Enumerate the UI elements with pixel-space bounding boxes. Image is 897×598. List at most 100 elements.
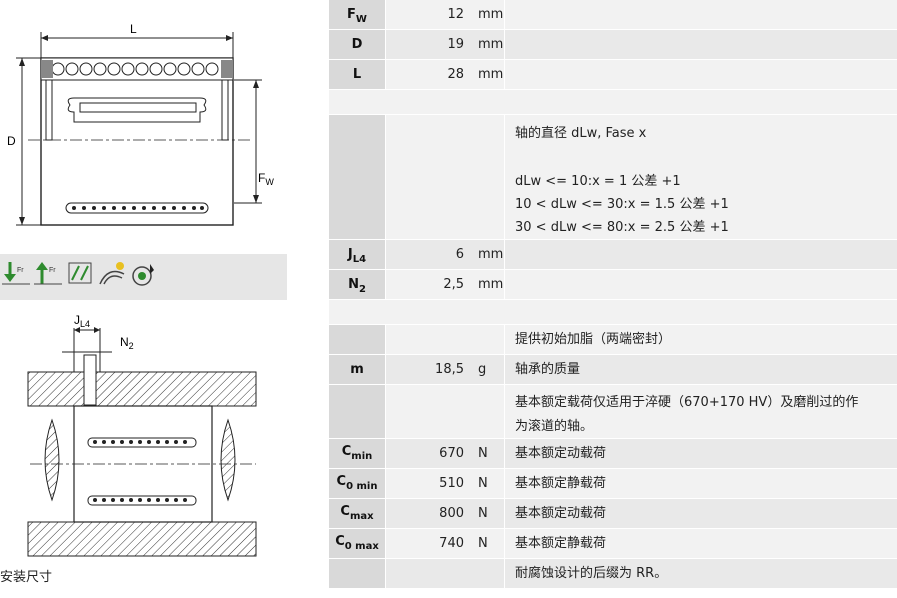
symbol-c0min: C0 min [329,469,385,498]
value-cell: 12 mm [386,0,504,29]
value-cmax: 800 [439,506,464,521]
value-cell: 510 N [386,469,504,498]
symbol-empty [329,559,385,588]
value-l: 28 [447,67,464,82]
downward-load-icon: Fr [2,262,30,285]
oscillating-icon [68,262,92,284]
value-cell: 740 N [386,529,504,558]
symbol-fw: FW [329,0,385,29]
mounting-drawing: JL4 N2 [0,300,287,562]
unit-n2: mm [478,277,504,292]
value-cell: 6 mm [386,240,504,269]
symbol-l: L [329,60,385,89]
lubrication-icon [99,262,125,285]
value-cell: 2,5 mm [386,270,504,299]
value-cell: 28 mm [386,60,504,89]
unit-l: mm [478,67,504,82]
symbol-cmin: Cmin [329,439,385,468]
hardness-line-2: 为滚道的轴。 [515,419,594,434]
spacer-row [329,90,897,114]
spec-row-fw: FW 12 mm [329,0,897,29]
symbol-empty [329,325,385,354]
corrosion-text: 耐腐蚀设计的后缀为 RR。 [515,566,668,581]
c0min-text: 基本额定静载荷 [515,476,607,491]
text-cell [505,270,897,299]
value-cell [386,115,504,239]
spec-row-d: D 19 mm [329,30,897,59]
fase-line-3: 30 < dLw <= 80:x = 2.5 公差 +1 [515,220,729,235]
value-cell [386,385,504,438]
spec-row-fase: 轴的直径 dLw, Fase x dLw <= 10:x = 1 公差 +1 1… [329,115,897,239]
label-L: L [130,22,137,36]
figure-caption: 安装尺寸 [0,570,53,585]
text-cell: 基本额定静载荷 [505,529,897,558]
text-cell: 耐腐蚀设计的后缀为 RR。 [505,559,897,588]
hardness-line-1: 基本额定载荷仅适用于淬硬（670+170 HV）及磨削过的作 [515,395,859,410]
text-cell [505,0,897,29]
spec-row-c0min: C0 min 510 N 基本额定静载荷 [329,469,897,498]
spec-row-hardness: 基本额定载荷仅适用于淬硬（670+170 HV）及磨削过的作 为滚道的轴。 [329,385,897,438]
bearing-drawing-svg: L D FW [7,22,274,226]
spec-row-mass: m 18,5 g 轴承的质量 [329,355,897,384]
unit-cmin: N [478,446,488,461]
mounting-drawing-svg: JL4 N2 [27,313,257,557]
spec-row-cmin: Cmin 670 N 基本额定动载荷 [329,439,897,468]
symbol-d: D [329,30,385,59]
unit-mass: g [478,362,487,377]
text-cell: 轴承的质量 [505,355,897,384]
symbol-cmax: Cmax [329,499,385,528]
mass-text: 轴承的质量 [515,362,581,377]
value-cell [386,325,504,354]
spec-row-grease: 提供初始加脂（两端密封） [329,325,897,354]
text-cell: 基本额定载荷仅适用于淬硬（670+170 HV）及磨削过的作 为滚道的轴。 [505,385,897,438]
spec-row-n2: N2 2,5 mm [329,270,897,299]
text-cell: 提供初始加脂（两端密封） [505,325,897,354]
grease-text: 提供初始加脂（两端密封） [515,332,672,347]
fase-line-1: dLw <= 10:x = 1 公差 +1 [515,174,681,189]
text-cell [505,30,897,59]
value-cell: 19 mm [386,30,504,59]
upward-load-icon: Fr [34,262,62,285]
svg-text:Fr: Fr [17,267,24,274]
spec-row-corrosion: 耐腐蚀设计的后缀为 RR。 [329,559,897,588]
value-cell: 800 N [386,499,504,528]
bearing-drawing: L D FW [0,0,287,254]
value-n2: 2,5 [443,277,464,292]
feature-icons-row: Fr Fr [0,254,287,300]
value-jl4: 6 [455,247,464,262]
text-cell: 基本额定动载荷 [505,499,897,528]
unit-c0max: N [478,536,488,551]
svg-text:Fr: Fr [49,267,56,274]
symbol-empty [329,385,385,438]
symbol-n2: N2 [329,270,385,299]
text-cell: 基本额定静载荷 [505,469,897,498]
symbol-empty [329,115,385,239]
symbol-c0max: C0 max [329,529,385,558]
text-cell: 基本额定动载荷 [505,439,897,468]
label-D: D [7,134,16,148]
label-N2: N2 [120,335,134,351]
fase-text-cell: 轴的直径 dLw, Fase x dLw <= 10:x = 1 公差 +1 1… [505,115,897,239]
value-d: 19 [447,37,464,52]
value-cell: 670 N [386,439,504,468]
seal-icon [132,264,154,286]
text-cell [505,240,897,269]
symbol-jl4: JL4 [329,240,385,269]
value-fw: 12 [447,7,464,22]
label-Fw: FW [258,171,274,187]
value-mass: 18,5 [435,362,464,377]
value-cell: 18,5 g [386,355,504,384]
fase-line-2: 10 < dLw <= 30:x = 1.5 公差 +1 [515,197,729,212]
c0max-text: 基本额定静载荷 [515,536,607,551]
unit-c0min: N [478,476,488,491]
value-cell [386,559,504,588]
text-cell [505,60,897,89]
unit-d: mm [478,37,504,52]
symbol-m: m [329,355,385,384]
unit-jl4: mm [478,247,504,262]
spec-row-cmax: Cmax 800 N 基本额定动载荷 [329,499,897,528]
cmax-text: 基本额定动载荷 [515,506,607,521]
fase-title: 轴的直径 dLw, Fase x [515,126,647,141]
spec-row-jl4: JL4 6 mm [329,240,897,269]
spec-row-l: L 28 mm [329,60,897,89]
